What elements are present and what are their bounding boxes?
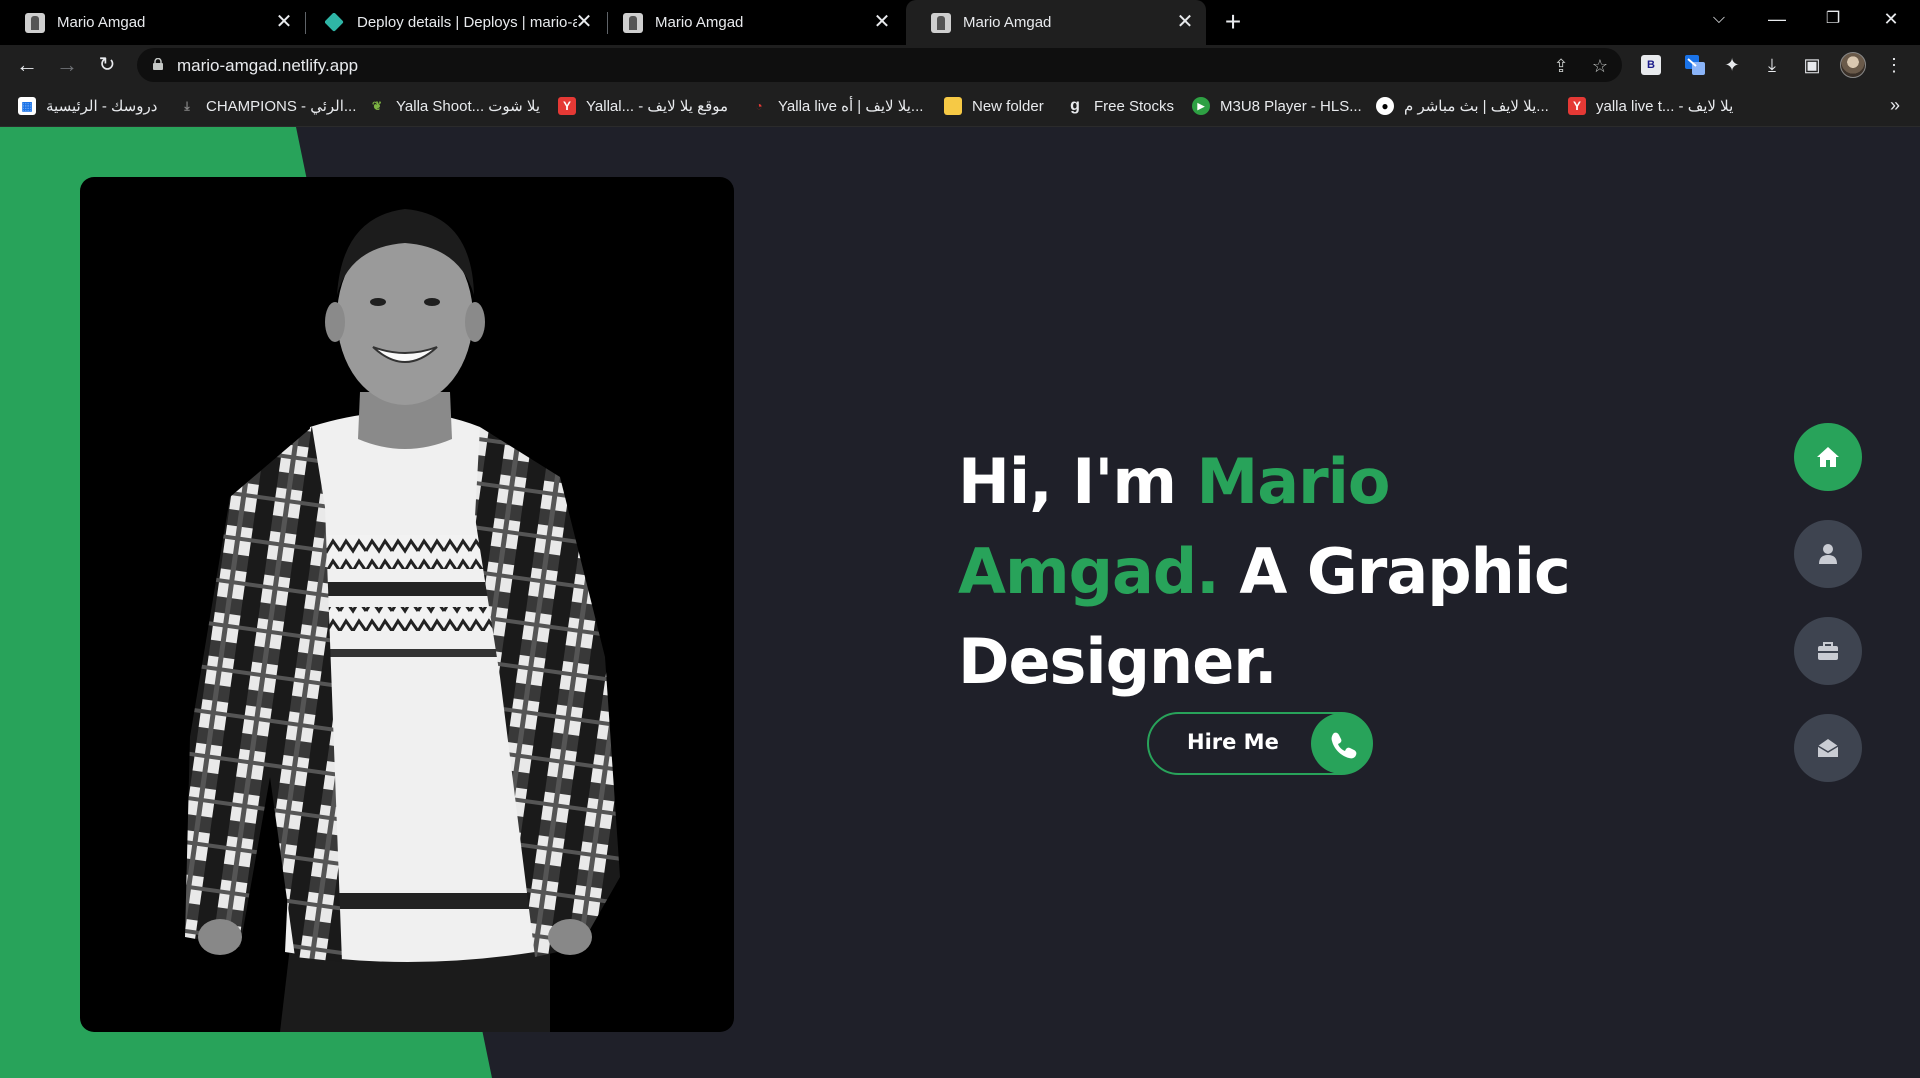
tab-title: Mario Amgad [963, 14, 1052, 31]
bookmark-item[interactable]: ⤓ CHAMPIONS - الرئي... [178, 95, 356, 117]
new-tab-button[interactable]: + [1218, 8, 1248, 38]
bookmark-label: Free Stocks [1094, 97, 1175, 115]
user-icon [1819, 544, 1837, 564]
forward-button[interactable]: → [51, 49, 83, 81]
hire-me-button[interactable]: Hire Me [1147, 712, 1373, 775]
browser-tab-3[interactable]: Mario Amgad ✕ [598, 0, 903, 45]
g-icon: g [1070, 97, 1080, 114]
home-icon [1817, 447, 1839, 467]
bookmark-item[interactable]: Y Yallal... - موقع يلا لايف [558, 95, 728, 117]
bookmark-label: Yallal... - موقع يلا لايف [586, 98, 729, 115]
extension-b-icon[interactable]: B [1641, 55, 1661, 75]
portfolio-page: Hi, I'm Mario Amgad. A Graphic Designer.… [0, 127, 1920, 1078]
bookmark-label: M3U8 Player - HLS... [1220, 97, 1362, 115]
portrait-favicon-icon [623, 12, 643, 33]
briefcase-icon [1818, 642, 1838, 660]
bookmark-label: Yalla Shoot... يلا شوت [396, 98, 541, 115]
download-icon[interactable]: ⤓ [1758, 51, 1786, 79]
portrait-illustration [185, 209, 620, 1032]
bookmark-item[interactable]: ◔ Yalla live يلا لايف | أه... [750, 95, 923, 117]
share-icon[interactable]: ⇪ [1550, 55, 1572, 77]
bookmark-label: يلا لايف | بث مباشر م... [1404, 98, 1549, 115]
browser-tab-1[interactable]: Mario Amgad ✕ [0, 0, 305, 45]
close-icon[interactable]: ✕ [273, 11, 295, 33]
netlify-icon [325, 13, 345, 33]
nav-about-button[interactable] [1794, 520, 1862, 588]
reload-button[interactable]: ↻ [91, 49, 123, 81]
lock-icon [153, 58, 163, 70]
bookmark-item[interactable]: ▦ دروسك - الرئيسية [18, 95, 157, 117]
bookmark-label: New folder [972, 97, 1044, 115]
tab-title: Deploy details | Deploys | mario-a [357, 14, 577, 31]
close-icon[interactable]: ✕ [1174, 11, 1196, 33]
role-prefix: A Graphic [1218, 535, 1570, 608]
red-icon: ◔ [755, 99, 763, 113]
browser-toolbar: ← → ↻ mario-amgad.netlify.app ⇪ ☆ B ✦ ⤓ … [0, 45, 1920, 85]
nav-contact-button[interactable] [1794, 714, 1862, 782]
bookmark-star-icon[interactable]: ☆ [1589, 55, 1611, 77]
bookmark-item[interactable]: ● يلا لايف | بث مباشر م... [1376, 95, 1549, 117]
hero-heading: Hi, I'm Mario Amgad. A Graphic Designer. [958, 437, 1598, 707]
bookmark-item[interactable]: Y yalla live t... - يلا لايف [1568, 95, 1733, 117]
address-bar[interactable]: mario-amgad.netlify.app ⇪ ☆ [137, 48, 1622, 82]
phone-icon [1311, 713, 1372, 774]
tab-search-chevron-icon[interactable]: ⌵ [1694, 0, 1744, 40]
bookmarks-bar: ▦ دروسك - الرئيسية ⤓ CHAMPIONS - الرئي..… [0, 85, 1920, 127]
minimize-button[interactable]: — [1752, 0, 1802, 40]
name-last: Amgad. [958, 535, 1220, 608]
ball-icon: ● [1376, 97, 1394, 115]
nav-home-button[interactable] [1794, 423, 1862, 491]
greeting-text: Hi, I'm [958, 445, 1197, 518]
role-suffix: Designer. [958, 625, 1278, 698]
tab-title: Mario Amgad [655, 14, 744, 31]
nav-portfolio-button[interactable] [1794, 617, 1862, 685]
site-icon: ▦ [18, 97, 36, 115]
close-icon[interactable]: ✕ [871, 11, 893, 33]
bookmark-folder[interactable]: New folder [944, 95, 1044, 117]
portrait-favicon-icon [25, 12, 45, 33]
url-text: mario-amgad.netlify.app [177, 56, 359, 75]
back-button[interactable]: ← [11, 49, 43, 81]
more-bookmarks-chevron-icon[interactable]: » [1890, 95, 1900, 116]
menu-kebab-icon[interactable]: ⋮ [1880, 51, 1908, 79]
bookmark-label: yalla live t... - يلا لايف [1596, 98, 1734, 115]
bookmark-label: دروسك - الرئيسية [46, 98, 158, 115]
browser-tab-4-active[interactable]: Mario Amgad ✕ [906, 0, 1206, 45]
y-icon: Y [558, 97, 576, 115]
play-icon: ▶ [1192, 97, 1210, 115]
tab-strip: Mario Amgad ✕ Deploy details | Deploys |… [0, 0, 1920, 45]
bookmark-item[interactable]: g Free Stocks [1066, 95, 1174, 117]
window-close-button[interactable]: ✕ [1866, 0, 1916, 40]
envelope-open-icon [1817, 739, 1839, 757]
bookmark-label: Yalla live يلا لايف | أه... [778, 98, 924, 115]
bookmark-label: CHAMPIONS - الرئي... [206, 98, 357, 115]
tab-title: Mario Amgad [57, 14, 146, 31]
folder-icon [944, 97, 962, 115]
translate-extension-icon[interactable] [1683, 53, 1707, 77]
restore-button[interactable]: ❐ [1808, 0, 1858, 40]
profile-photo [80, 177, 734, 1032]
close-icon[interactable]: ✕ [573, 11, 595, 33]
leaf-icon: ❦ [371, 99, 383, 113]
extensions-puzzle-icon[interactable]: ✦ [1718, 51, 1746, 79]
name-first: Mario [1196, 445, 1391, 518]
bookmark-item[interactable]: ❦ Yalla Shoot... يلا شوت [368, 95, 540, 117]
hire-me-label: Hire Me [1187, 730, 1279, 754]
bookmark-item[interactable]: ▶ M3U8 Player - HLS... [1192, 95, 1362, 117]
y-icon: Y [1568, 97, 1586, 115]
side-panel-icon[interactable]: ▣ [1798, 51, 1826, 79]
portrait-favicon-icon [931, 12, 951, 33]
download-icon: ⤓ [184, 99, 190, 113]
profile-avatar[interactable] [1840, 52, 1866, 78]
browser-tab-2[interactable]: Deploy details | Deploys | mario-a ✕ [300, 0, 605, 45]
